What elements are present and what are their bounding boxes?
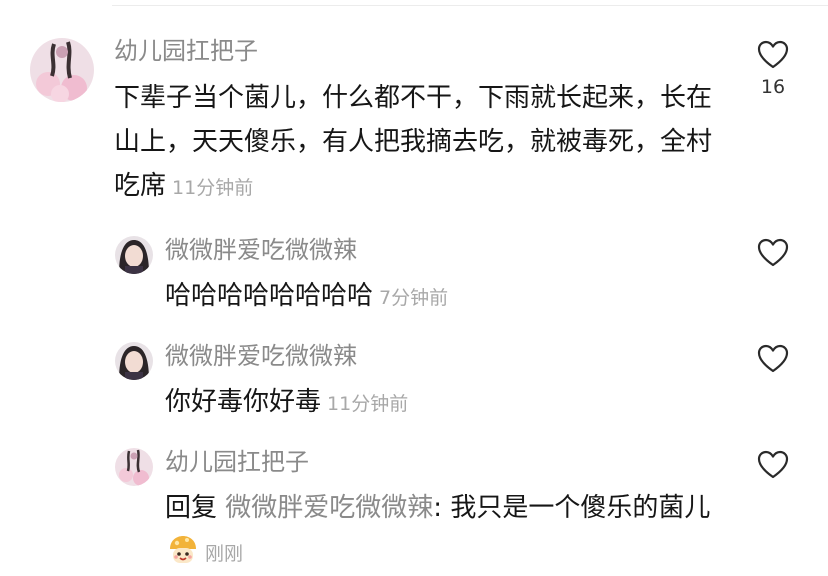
comment-timestamp: 11分钟前 [172, 177, 254, 199]
commenter-username[interactable]: 幼儿园扛把子 [114, 36, 258, 66]
reply-timestamp: 刚刚 [205, 543, 244, 565]
like-button[interactable] [756, 450, 790, 480]
heart-outline-icon [757, 450, 789, 479]
like-count: 16 [760, 76, 786, 98]
reply-text: 哈哈哈哈哈哈哈哈 7分钟前 [165, 274, 725, 320]
replier-username[interactable]: 幼儿园扛把子 [165, 447, 309, 477]
pink-floral-avatar-icon [30, 38, 94, 102]
replier-username[interactable]: 微微胖爱吃微微辣 [165, 341, 357, 371]
like-button[interactable] [756, 344, 790, 374]
replier-avatar[interactable] [115, 236, 153, 274]
pink-floral-avatar-icon [115, 448, 153, 486]
commenter-avatar[interactable] [30, 38, 94, 102]
heart-outline-icon [757, 238, 789, 267]
reply-timestamp: 7分钟前 [379, 287, 449, 309]
replier-avatar[interactable] [115, 448, 153, 486]
reply-timestamp: 11分钟前 [327, 393, 409, 415]
girl-portrait-avatar-icon [115, 236, 153, 274]
reply-body: 你好毒你好毒 [165, 387, 322, 417]
like-button[interactable] [756, 238, 790, 268]
top-divider [112, 5, 828, 6]
girl-portrait-avatar-icon [115, 342, 153, 380]
reply-body: : 我只是一个傻乐的菌儿 [433, 493, 711, 523]
replier-avatar[interactable] [115, 342, 153, 380]
mushroom-emoji-icon [170, 536, 196, 563]
replier-username[interactable]: 微微胖爱吃微微辣 [165, 235, 357, 265]
heart-outline-icon [757, 344, 789, 373]
reply-text: 你好毒你好毒 11分钟前 [165, 380, 725, 426]
like-button[interactable]: 16 [756, 40, 790, 98]
comment-text: 下辈子当个菌儿，什么都不干，下雨就长起来，长在山上，天天傻乐，有人把我摘去吃，就… [114, 76, 734, 210]
reply-prefix: 回复 [165, 493, 218, 523]
heart-outline-icon [757, 40, 789, 69]
reply-body: 哈哈哈哈哈哈哈哈 [165, 281, 374, 311]
mention-link[interactable]: 微微胖爱吃微微辣 [225, 493, 433, 523]
reply-text: 回复 微微胖爱吃微微辣: 我只是一个傻乐的菌儿 刚刚 [165, 486, 725, 576]
